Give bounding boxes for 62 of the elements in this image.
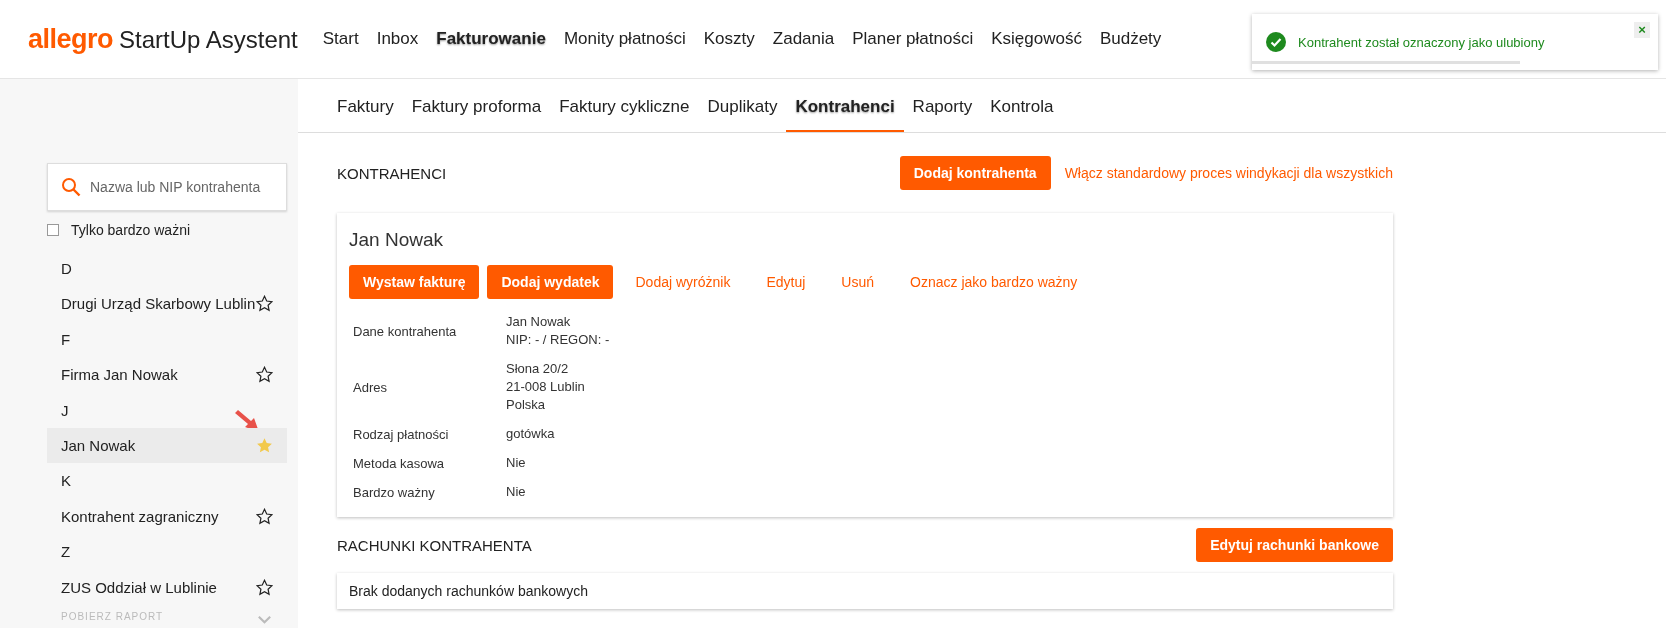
contact-item[interactable]: Jan Nowak bbox=[47, 427, 287, 464]
tab[interactable]: Duplikaty bbox=[698, 79, 787, 132]
contact-item[interactable]: ZUS Oddział w Lublinie bbox=[47, 569, 287, 605]
tab[interactable]: Kontrola bbox=[981, 79, 1063, 132]
search-icon bbox=[61, 177, 81, 197]
detail-value: Słona 20/2 bbox=[506, 360, 570, 378]
tab[interactable]: Kontrahenci bbox=[786, 79, 904, 132]
empty-message: Brak dodanych rachunków bankowych bbox=[337, 573, 1393, 609]
check-icon bbox=[1266, 32, 1286, 52]
detail-label: Rodzaj płatności bbox=[353, 426, 450, 442]
nav-link[interactable]: Budżety bbox=[1090, 29, 1171, 49]
contractor-name: Jan Nowak bbox=[349, 229, 444, 251]
detail-label: Dane kontrahenta bbox=[353, 323, 458, 339]
nav-link[interactable]: Księgowość bbox=[982, 29, 1091, 49]
star-icon[interactable] bbox=[256, 295, 273, 313]
contact-name: Jan Nowak bbox=[61, 436, 136, 454]
group-letter: K bbox=[61, 471, 71, 492]
logo-brand: allegro bbox=[28, 23, 114, 55]
detail-value: Nie bbox=[506, 483, 527, 501]
detail-value: Jan Nowak bbox=[506, 313, 572, 331]
close-button[interactable]: × bbox=[1634, 22, 1650, 38]
group-letter: Z bbox=[61, 542, 71, 563]
app-name: StartUp Asystent bbox=[119, 25, 298, 54]
search-field[interactable]: Nazwa lub NIP kontrahenta bbox=[47, 163, 287, 211]
detail-label: Metoda kasowa bbox=[353, 455, 446, 471]
contact-item[interactable]: Drugi Urząd Skarbowy Lublin bbox=[47, 285, 287, 322]
star-icon[interactable] bbox=[256, 507, 273, 525]
contact-name: Drugi Urząd Skarbowy Lublin bbox=[61, 295, 256, 313]
contact-item[interactable]: Kontrahent zagraniczny bbox=[47, 498, 287, 535]
group-letter: F bbox=[61, 329, 71, 350]
contact-item[interactable]: Firma Jan Nowak bbox=[47, 356, 287, 393]
nav-link[interactable]: Planer płatności bbox=[843, 29, 983, 49]
tab[interactable]: Faktury proforma bbox=[402, 79, 551, 132]
group-letter: D bbox=[61, 258, 72, 279]
detail-value: 21-008 Lublin bbox=[506, 378, 586, 396]
tab[interactable]: Faktury bbox=[328, 79, 403, 132]
checkbox[interactable] bbox=[47, 223, 59, 236]
checkbox-label: Tylko bardzo ważni bbox=[71, 221, 191, 238]
star-icon[interactable] bbox=[256, 366, 273, 384]
section-title: RACHUNKI KONTRAHENTA bbox=[337, 536, 533, 554]
nav-link[interactable]: Koszty bbox=[694, 29, 764, 49]
tab[interactable]: Raporty bbox=[903, 79, 982, 132]
detail-value: NIP: - / REGON: - bbox=[506, 331, 611, 349]
contact-name: ZUS Oddział w Lublinie bbox=[61, 578, 217, 596]
star-icon[interactable] bbox=[256, 578, 273, 596]
nav-link[interactable]: Inbox bbox=[367, 29, 428, 49]
detail-value: Nie bbox=[506, 454, 527, 472]
nav-link[interactable]: Fakturowanie bbox=[427, 29, 555, 49]
group-letter: J bbox=[61, 400, 69, 421]
tab[interactable]: Faktury cykliczne bbox=[550, 79, 699, 132]
nav-link[interactable]: Zadania bbox=[763, 29, 844, 49]
nav-link[interactable]: Monity płatności bbox=[554, 29, 695, 49]
detail-label: Adres bbox=[353, 379, 388, 395]
detail-value: gotówka bbox=[506, 425, 556, 443]
detail-value: Polska bbox=[506, 396, 547, 414]
contact-name: Kontrahent zagraniczny bbox=[61, 507, 219, 525]
toast-message: Kontrahent został oznaczony jako ulubiony bbox=[1298, 34, 1545, 50]
nav-link[interactable]: Start bbox=[313, 29, 368, 49]
contact-name: Firma Jan Nowak bbox=[61, 366, 178, 384]
section-title: KONTRAHENCI bbox=[337, 164, 448, 182]
star-icon[interactable] bbox=[256, 436, 273, 454]
detail-label: Bardzo ważny bbox=[353, 484, 436, 500]
